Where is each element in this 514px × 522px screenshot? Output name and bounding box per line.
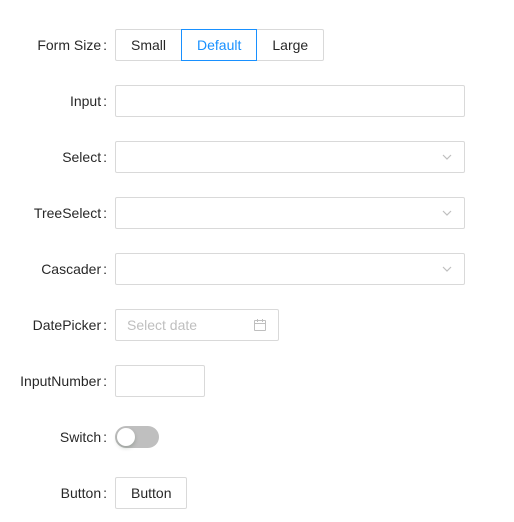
input-number-field[interactable]: [115, 365, 205, 397]
select-dropdown[interactable]: [115, 141, 465, 173]
chevron-down-icon: [442, 210, 452, 216]
form-size-large-option[interactable]: Large: [256, 29, 325, 61]
form-size-default-option[interactable]: Default: [181, 29, 258, 61]
input-label: Input:: [69, 93, 107, 109]
calendar-icon: [254, 319, 266, 331]
cascader-row: Cascader:: [0, 253, 514, 285]
date-picker-row: DatePicker: Select date: [0, 309, 514, 341]
input-row: Input:: [0, 85, 514, 117]
form-size-label: Form Size:: [37, 37, 107, 53]
button-label: Button:: [60, 485, 107, 501]
cascader-dropdown[interactable]: [115, 253, 465, 285]
switch-handle: [117, 428, 135, 446]
form-size-radio-group: Small Default Large: [115, 29, 325, 61]
date-picker-label: DatePicker:: [32, 317, 107, 333]
form-size-small-option[interactable]: Small: [115, 29, 183, 61]
switch-row: Switch:: [0, 421, 514, 453]
input-number-label: InputNumber:: [20, 373, 107, 389]
text-input[interactable]: [115, 85, 465, 117]
input-number-row: InputNumber:: [0, 365, 514, 397]
action-button[interactable]: Button: [115, 477, 188, 509]
date-picker-placeholder: Select date: [127, 317, 198, 333]
chevron-down-icon: [442, 154, 452, 160]
select-label: Select:: [62, 149, 107, 165]
form-size-row: Form Size: Small Default Large: [0, 29, 514, 61]
button-row: Button: Button: [0, 477, 514, 509]
tree-select-label: TreeSelect:: [33, 205, 107, 221]
switch-label: Switch:: [59, 429, 107, 445]
tree-select-row: TreeSelect:: [0, 197, 514, 229]
chevron-down-icon: [442, 266, 452, 272]
tree-select-dropdown[interactable]: [115, 197, 465, 229]
toggle-switch[interactable]: [115, 426, 159, 448]
cascader-label: Cascader:: [41, 261, 107, 277]
select-row: Select:: [0, 141, 514, 173]
date-picker-input[interactable]: Select date: [115, 309, 279, 341]
